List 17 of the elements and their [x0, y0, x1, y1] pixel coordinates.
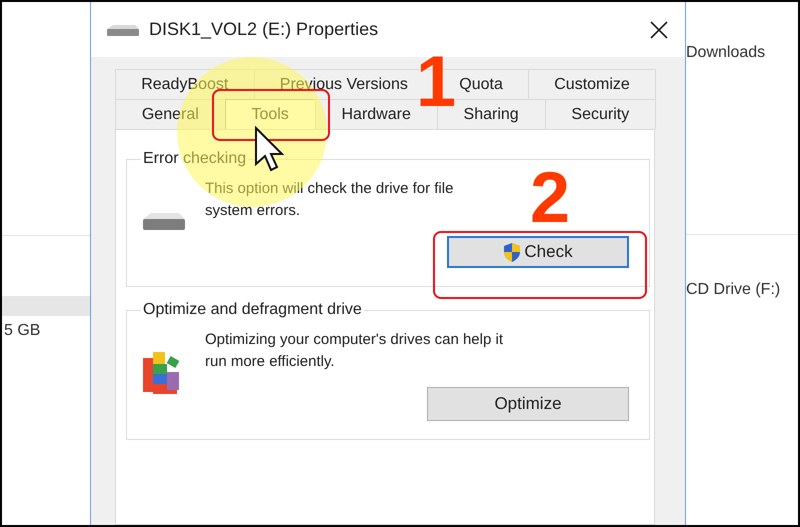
step-number: 2 — [530, 162, 570, 234]
description-text: This option will check the drive for file system errors. — [205, 179, 454, 221]
window-title: DISK1_VOL2 (E:) Properties — [149, 19, 380, 40]
action-button[interactable]: Optimize — [427, 387, 629, 421]
group-title: Optimize and defragment drive — [142, 301, 363, 319]
folder-label: Downloads — [686, 43, 766, 62]
tab[interactable]: ReadyBoost — [115, 69, 255, 99]
tab[interactable]: General — [115, 99, 226, 129]
drive-size-label: 5 GB — [3, 321, 42, 340]
close-icon — [649, 20, 669, 40]
folder-label: CD Drive (F:) — [686, 280, 782, 299]
tab[interactable]: Security — [544, 99, 656, 129]
group-title: Error checking — [142, 150, 248, 168]
drive-icon — [141, 210, 187, 232]
description-text: Optimizing your computer's drives can help it run more efficiently. — [205, 330, 504, 372]
action-button[interactable]: Check — [447, 236, 629, 268]
tab[interactable]: Customize — [528, 69, 656, 99]
